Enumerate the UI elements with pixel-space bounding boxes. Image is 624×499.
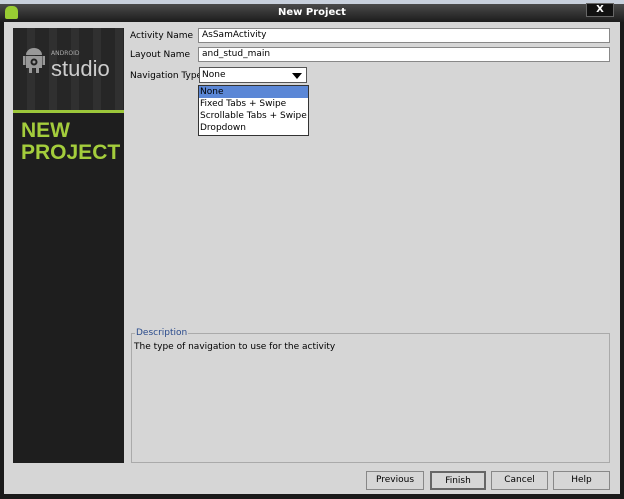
description-box xyxy=(131,333,610,463)
finish-button[interactable]: Finish xyxy=(430,471,486,490)
chevron-down-icon[interactable] xyxy=(292,73,302,79)
option-none[interactable]: None xyxy=(199,86,308,98)
window-title: New Project xyxy=(278,7,346,18)
description-text: The type of navigation to use for the ac… xyxy=(134,342,336,352)
option-dropdown[interactable]: Dropdown xyxy=(199,122,308,134)
layout-name-input[interactable]: and_stud_main xyxy=(198,47,610,62)
divider xyxy=(13,110,124,113)
android-app-icon xyxy=(5,6,18,19)
brand-name: studio xyxy=(51,56,110,81)
activity-name-input[interactable]: AsSamActivity xyxy=(198,28,610,43)
activity-name-label: Activity Name xyxy=(130,31,194,41)
help-button[interactable]: Help xyxy=(553,471,610,490)
layout-name-label: Layout Name xyxy=(130,50,191,60)
android-robot-icon xyxy=(23,48,45,73)
previous-button[interactable]: Previous xyxy=(366,471,424,490)
description-label: Description xyxy=(135,328,189,338)
sidebar-banner: ANDROID studio NEW PROJECT xyxy=(13,28,124,463)
selected-value: None xyxy=(202,70,226,80)
navigation-type-select[interactable]: None xyxy=(199,67,307,83)
navigation-type-label: Navigation Type xyxy=(130,71,203,81)
close-button[interactable]: X xyxy=(586,3,614,17)
option-scrollable-tabs[interactable]: Scrollable Tabs + Swipe xyxy=(199,110,308,122)
navigation-type-dropdown: None Fixed Tabs + Swipe Scrollable Tabs … xyxy=(198,85,309,136)
heading-line-1: NEW xyxy=(21,119,70,142)
option-fixed-tabs[interactable]: Fixed Tabs + Swipe xyxy=(199,98,308,110)
heading-line-2: PROJECT xyxy=(21,141,121,164)
cancel-button[interactable]: Cancel xyxy=(491,471,548,490)
title-bar: New Project xyxy=(0,4,624,22)
banner-heading: NEW PROJECT xyxy=(21,120,120,164)
